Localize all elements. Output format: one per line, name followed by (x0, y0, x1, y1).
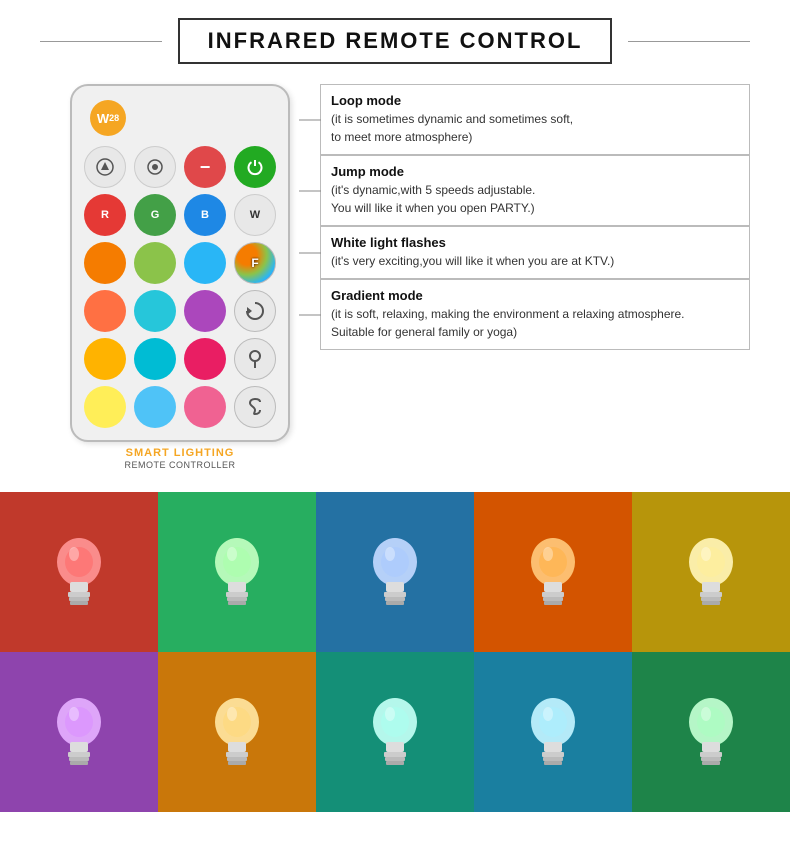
descriptions-col: Loop mode (it is sometimes dynamic and s… (320, 84, 750, 350)
bulb-svg-9 (676, 684, 746, 779)
bulb-svg-0 (44, 524, 114, 619)
btn-row-6 (84, 386, 276, 428)
desc-gradient-mode: Gradient mode (it is soft, relaxing, mak… (320, 279, 750, 350)
remote-body: W28 − R G B W (70, 84, 290, 442)
header-title-box: INFRARED REMOTE CONTROL (178, 18, 613, 64)
btn-row-5 (84, 338, 276, 380)
color-lime-btn[interactable] (134, 242, 176, 284)
bulb-svg-8 (518, 684, 588, 779)
color-orange2-btn[interactable] (84, 290, 126, 332)
header-section: INFRARED REMOTE CONTROL (0, 0, 790, 74)
cell-cyan (474, 652, 632, 812)
desc-jump-text: (it's dynamic,with 5 speeds adjustable.Y… (331, 181, 739, 217)
remote-label-main: SMART LIGHTING (124, 446, 235, 460)
color-amber-btn[interactable] (84, 338, 126, 380)
cell-amber (158, 652, 316, 812)
connector-2 (299, 190, 321, 191)
w-button[interactable]: W (234, 194, 276, 236)
color-hotpink-btn[interactable] (184, 386, 226, 428)
logo-sup: 28 (109, 113, 119, 123)
desc-gradient-title: Gradient mode (331, 288, 739, 303)
color-lightblue-btn[interactable] (134, 386, 176, 428)
remote-logo: W28 (90, 100, 126, 136)
power-button[interactable] (234, 146, 276, 188)
cell-yellow (632, 492, 790, 652)
remote-label-sub: REMOTE CONTROLLER (124, 460, 235, 472)
desc-jump-mode: Jump mode (it's dynamic,with 5 speeds ad… (320, 155, 750, 226)
cell-purple (0, 652, 158, 812)
remote-label-area: SMART LIGHTING REMOTE CONTROLLER (124, 446, 235, 472)
header-title: INFRARED REMOTE CONTROL (208, 28, 583, 53)
bulb-svg-2 (360, 524, 430, 619)
logo-text: W (97, 111, 109, 126)
desc-loop-mode: Loop mode (it is sometimes dynamic and s… (320, 84, 750, 155)
desc-jump-title: Jump mode (331, 164, 739, 179)
bulb-svg-6 (202, 684, 272, 779)
remote-wrapper: W28 − R G B W (60, 84, 300, 472)
remote-section: W28 − R G B W (0, 74, 790, 492)
color-teal-btn[interactable] (134, 290, 176, 332)
bulb-svg-7 (360, 684, 430, 779)
header-line-right (628, 41, 750, 42)
g-button[interactable]: G (134, 194, 176, 236)
bulb-svg-3 (518, 524, 588, 619)
connector-1 (299, 119, 321, 120)
header-line-left (40, 41, 162, 42)
desc-white-text: (it's very exciting,you will like it whe… (331, 252, 739, 270)
connector-4 (299, 314, 321, 315)
p-button[interactable] (234, 338, 276, 380)
btn-row-nav: − (84, 146, 276, 188)
s-button2[interactable] (234, 386, 276, 428)
f-button[interactable]: F (234, 242, 276, 284)
cell-teal (316, 652, 474, 812)
b-button[interactable]: B (184, 194, 226, 236)
connector-3 (299, 252, 321, 253)
cell-red (0, 492, 158, 652)
color-sky-btn[interactable] (184, 242, 226, 284)
minus-button[interactable]: − (184, 146, 226, 188)
desc-loop-text: (it is sometimes dynamic and sometimes s… (331, 110, 739, 146)
color-pink-btn[interactable] (184, 338, 226, 380)
color-orange-btn[interactable] (84, 242, 126, 284)
desc-loop-title: Loop mode (331, 93, 739, 108)
color-cyan-btn[interactable] (134, 338, 176, 380)
desc-white-flash: White light flashes (it's very exciting,… (320, 226, 750, 279)
cell-green (158, 492, 316, 652)
bulb-grid (0, 492, 790, 812)
btn-row-rgbw: R G B W (84, 194, 276, 236)
up-button[interactable] (84, 146, 126, 188)
r-button[interactable]: R (84, 194, 126, 236)
cell-lime (632, 652, 790, 812)
cell-orange (474, 492, 632, 652)
s-button1[interactable] (234, 290, 276, 332)
cell-blue (316, 492, 474, 652)
desc-gradient-text: (it is soft, relaxing, making the enviro… (331, 305, 739, 341)
btn-row-3: F (84, 242, 276, 284)
color-yellow-btn[interactable] (84, 386, 126, 428)
color-purple-btn[interactable] (184, 290, 226, 332)
bulb-svg-1 (202, 524, 272, 619)
mode-button[interactable] (134, 146, 176, 188)
btn-row-4 (84, 290, 276, 332)
bulb-svg-4 (676, 524, 746, 619)
desc-white-title: White light flashes (331, 235, 739, 250)
bulb-svg-5 (44, 684, 114, 779)
